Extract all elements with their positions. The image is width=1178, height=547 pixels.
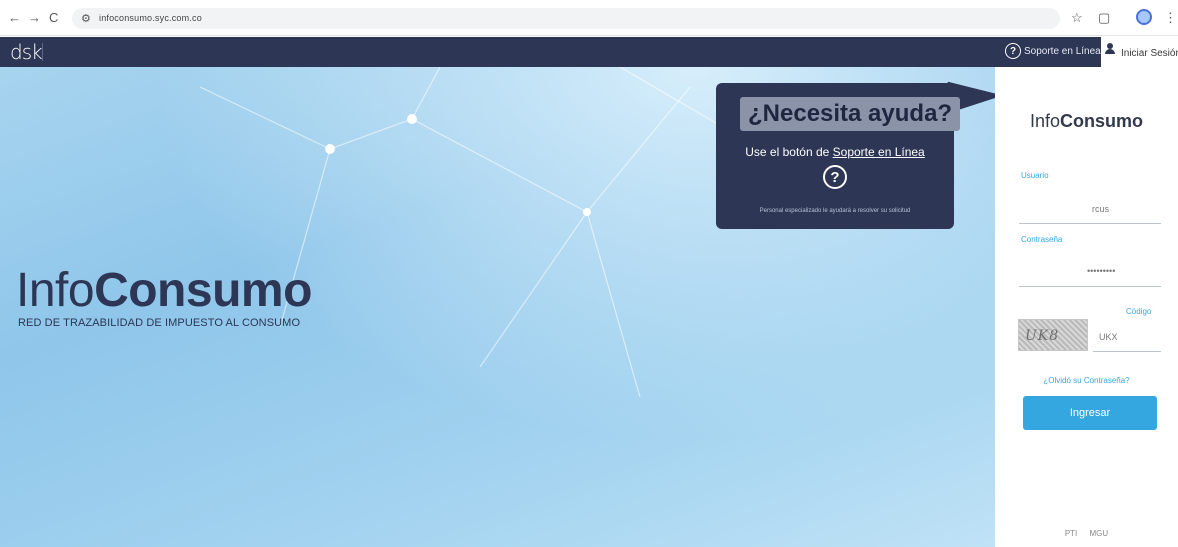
reload-icon[interactable]: C <box>49 11 58 25</box>
panel-footer: PTI MGU <box>995 529 1178 538</box>
code-field[interactable]: UKX <box>1099 332 1118 342</box>
footer-link[interactable]: PTI <box>1065 529 1077 538</box>
user-label: Usuario <box>1021 171 1049 180</box>
submit-button[interactable]: Ingresar <box>1023 396 1157 430</box>
password-field[interactable]: ••••••••• <box>1087 266 1115 276</box>
login-title: InfoConsumo <box>1029 111 1144 131</box>
app-header: dsk ? Soporte en Línea Iniciar Sesión <box>0 37 1178 67</box>
bookmark-star-icon[interactable]: ☆ <box>1071 10 1083 26</box>
help-footer: Personal especializado le ayudará a reso… <box>759 208 911 214</box>
login-tab[interactable]: Iniciar Sesión <box>1101 37 1178 67</box>
help-title: ¿Necesita ayuda? <box>740 97 961 131</box>
hero-banner: InfoConsumo RED DE TRAZABILIDAD DE IMPUE… <box>0 67 995 547</box>
forward-icon[interactable]: → <box>28 11 41 25</box>
brand-subtitle: RED DE TRAZABILIDAD DE IMPUESTO AL CONSU… <box>18 317 301 329</box>
help-text: Use el botón de Soporte en Línea <box>745 145 925 159</box>
back-icon[interactable]: ← <box>8 11 21 25</box>
menu-kebab-icon[interactable]: ⋮ <box>1164 10 1177 26</box>
profile-avatar-icon[interactable] <box>1136 9 1152 25</box>
dsk-logo[interactable]: dsk <box>10 40 43 64</box>
forgot-password-link[interactable]: ¿Olvidó su Contraseña? <box>995 376 1178 385</box>
extensions-icon[interactable]: ▢ <box>1098 10 1110 26</box>
password-label: Contraseña <box>1021 235 1063 244</box>
url-text: infoconsumo.syc.com.co <box>99 13 202 23</box>
user-field[interactable]: rcus <box>1092 204 1109 214</box>
help-support-link[interactable]: Soporte en Línea <box>833 145 925 159</box>
footer-link[interactable]: MGU <box>1090 529 1109 538</box>
help-question-icon[interactable]: ? <box>823 165 847 189</box>
brand-title: InfoConsumo <box>16 264 312 317</box>
code-field-underline <box>1093 351 1161 352</box>
browser-toolbar: ← → C ⚙ infoconsumo.syc.com.co ☆ ▢ ⋮ <box>0 0 1178 36</box>
user-icon <box>1105 43 1115 55</box>
user-field-underline <box>1019 223 1161 224</box>
login-label: Iniciar Sesión <box>1121 48 1178 59</box>
support-label: Soporte en Línea <box>1024 45 1101 57</box>
code-label: Código <box>1126 307 1152 316</box>
logo-divider <box>42 43 43 61</box>
login-panel: InfoConsumo Usuario rcus Contraseña ••••… <box>995 67 1178 547</box>
site-info-icon[interactable]: ⚙ <box>81 12 91 25</box>
captcha-image: UK8 <box>1018 319 1088 351</box>
address-bar[interactable]: ⚙ infoconsumo.syc.com.co <box>72 8 1060 29</box>
support-link[interactable]: ? Soporte en Línea <box>1005 43 1101 59</box>
question-icon: ? <box>1005 43 1021 59</box>
password-field-underline <box>1019 286 1161 287</box>
help-callout: ¿Necesita ayuda? Use el botón de Soporte… <box>716 83 961 229</box>
